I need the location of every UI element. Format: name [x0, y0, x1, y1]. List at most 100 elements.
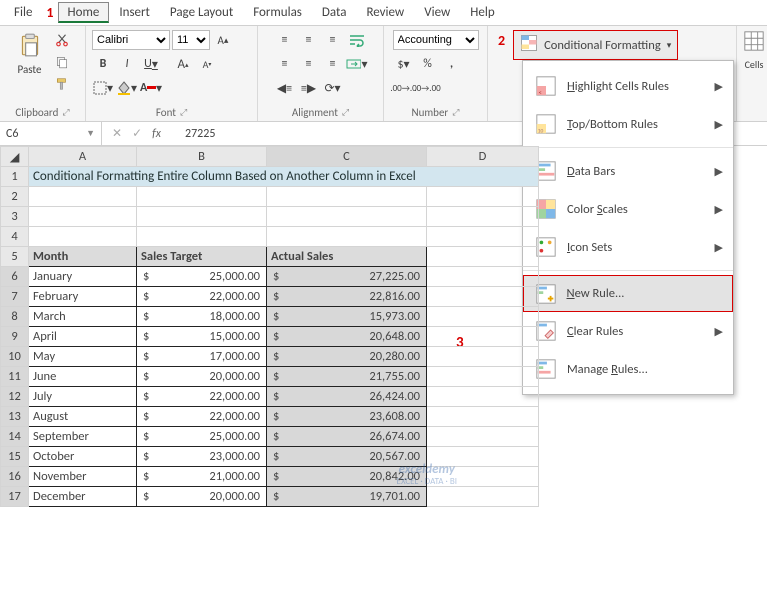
cell-month[interactable]: October: [29, 447, 137, 467]
paste-button[interactable]: Paste: [13, 30, 47, 78]
cell-month[interactable]: June: [29, 367, 137, 387]
menu-data[interactable]: Data: [312, 2, 357, 23]
cell-target[interactable]: $18,000.00: [137, 307, 267, 327]
cell-actual[interactable]: $26,424.00: [267, 387, 427, 407]
cell-actual[interactable]: $27,225.00: [267, 267, 427, 287]
cell-target[interactable]: $20,000.00: [137, 487, 267, 507]
table-header-target[interactable]: Sales Target: [137, 247, 267, 267]
conditional-formatting-button[interactable]: Conditional Formatting ▾: [513, 30, 678, 60]
cell-actual[interactable]: $21,755.00: [267, 367, 427, 387]
fill-color-button[interactable]: ▾: [116, 78, 138, 98]
cells-icon[interactable]: [743, 30, 765, 56]
col-header-a[interactable]: A: [29, 147, 137, 167]
increase-decimal-button[interactable]: .00→.0: [393, 78, 415, 98]
increase-indent-button[interactable]: ≡▶: [298, 78, 320, 98]
empty-cell[interactable]: [427, 407, 539, 427]
menu-review[interactable]: Review: [356, 2, 414, 23]
row-header[interactable]: 1: [1, 167, 29, 187]
increase-font-button[interactable]: A▴: [212, 30, 234, 50]
row-header[interactable]: 16: [1, 467, 29, 487]
row-header[interactable]: 4: [1, 227, 29, 247]
empty-cell[interactable]: [427, 427, 539, 447]
expand-icon[interactable]: ⤢: [180, 107, 187, 118]
cell-month[interactable]: April: [29, 327, 137, 347]
cell-target[interactable]: $15,000.00: [137, 327, 267, 347]
menu-top-bottom[interactable]: 10 Top/Bottom Rules ▶: [523, 105, 733, 143]
cell-actual[interactable]: $20,648.00: [267, 327, 427, 347]
cell-actual[interactable]: $15,973.00: [267, 307, 427, 327]
empty-cell[interactable]: [427, 307, 539, 327]
align-center-button[interactable]: ≡: [298, 54, 320, 74]
row-header[interactable]: 3: [1, 207, 29, 227]
col-header-b[interactable]: B: [137, 147, 267, 167]
empty-cell[interactable]: [427, 267, 539, 287]
empty-cell[interactable]: [427, 327, 539, 347]
menu-view[interactable]: View: [414, 2, 460, 23]
name-box[interactable]: C6▼: [0, 122, 102, 145]
cell-month[interactable]: November: [29, 467, 137, 487]
empty-cell[interactable]: [427, 287, 539, 307]
cell-month[interactable]: January: [29, 267, 137, 287]
menu-formulas[interactable]: Formulas: [243, 2, 312, 23]
row-header[interactable]: 13: [1, 407, 29, 427]
cell-target[interactable]: $22,000.00: [137, 407, 267, 427]
cancel-formula-icon[interactable]: ✕: [112, 126, 122, 141]
cell-actual[interactable]: $26,674.00: [267, 427, 427, 447]
cell-target[interactable]: $21,000.00: [137, 467, 267, 487]
empty-cell[interactable]: [427, 487, 539, 507]
decrease-font-icon[interactable]: A▾: [196, 54, 218, 74]
cell-actual[interactable]: $20,280.00: [267, 347, 427, 367]
increase-font-icon[interactable]: A▴: [172, 54, 194, 74]
table-header-month[interactable]: Month: [29, 247, 137, 267]
table-header-actual[interactable]: Actual Sales: [267, 247, 427, 267]
cell-month[interactable]: December: [29, 487, 137, 507]
cell-target[interactable]: $17,000.00: [137, 347, 267, 367]
row-header[interactable]: 2: [1, 187, 29, 207]
menu-page-layout[interactable]: Page Layout: [160, 2, 243, 23]
expand-icon[interactable]: ⤢: [342, 107, 349, 118]
menu-help[interactable]: Help: [460, 2, 504, 23]
align-middle-button[interactable]: ≡: [298, 30, 320, 50]
bold-button[interactable]: B: [92, 54, 114, 74]
merge-button[interactable]: ▾: [346, 54, 368, 74]
align-right-button[interactable]: ≡: [322, 54, 344, 74]
row-header[interactable]: 12: [1, 387, 29, 407]
menu-file[interactable]: File: [4, 2, 42, 23]
cell-target[interactable]: $22,000.00: [137, 387, 267, 407]
decrease-indent-button[interactable]: ◀≡: [274, 78, 296, 98]
row-header[interactable]: 5: [1, 247, 29, 267]
title-cell[interactable]: Conditional Formatting Entire Column Bas…: [29, 167, 539, 187]
cell-actual[interactable]: $23,608.00: [267, 407, 427, 427]
cell-target[interactable]: $23,000.00: [137, 447, 267, 467]
worksheet[interactable]: ◢ A B C D 1 Conditional Formatting Entir…: [0, 146, 767, 507]
col-header-d[interactable]: D: [427, 147, 539, 167]
font-name-select[interactable]: Calibri: [92, 30, 170, 50]
font-size-select[interactable]: 11: [172, 30, 210, 50]
row-header[interactable]: 14: [1, 427, 29, 447]
percent-button[interactable]: %: [417, 54, 439, 74]
select-all-corner[interactable]: ◢: [1, 147, 29, 167]
orientation-button[interactable]: ⟳▾: [322, 78, 344, 98]
menu-highlight-cells[interactable]: < Highlight Cells Rules ▶: [523, 67, 733, 105]
cut-button[interactable]: [51, 30, 73, 50]
empty-cell[interactable]: [427, 387, 539, 407]
wrap-text-button[interactable]: [346, 30, 368, 50]
cell-target[interactable]: $22,000.00: [137, 287, 267, 307]
menu-home[interactable]: Home: [58, 2, 110, 23]
cell-target[interactable]: $25,000.00: [137, 267, 267, 287]
enter-formula-icon[interactable]: ✓: [132, 126, 142, 141]
row-header[interactable]: 8: [1, 307, 29, 327]
number-format-select[interactable]: Accounting: [393, 30, 479, 50]
fx-icon[interactable]: fx: [152, 127, 161, 141]
underline-button[interactable]: U▾: [140, 54, 162, 74]
expand-icon[interactable]: ⤢: [62, 107, 69, 118]
cell-month[interactable]: August: [29, 407, 137, 427]
copy-button[interactable]: [51, 52, 73, 72]
italic-button[interactable]: I: [116, 54, 138, 74]
align-top-button[interactable]: ≡: [274, 30, 296, 50]
row-header[interactable]: 15: [1, 447, 29, 467]
align-bottom-button[interactable]: ≡: [322, 30, 344, 50]
format-painter-button[interactable]: [51, 74, 73, 94]
cell-actual[interactable]: $22,816.00: [267, 287, 427, 307]
row-header[interactable]: 7: [1, 287, 29, 307]
